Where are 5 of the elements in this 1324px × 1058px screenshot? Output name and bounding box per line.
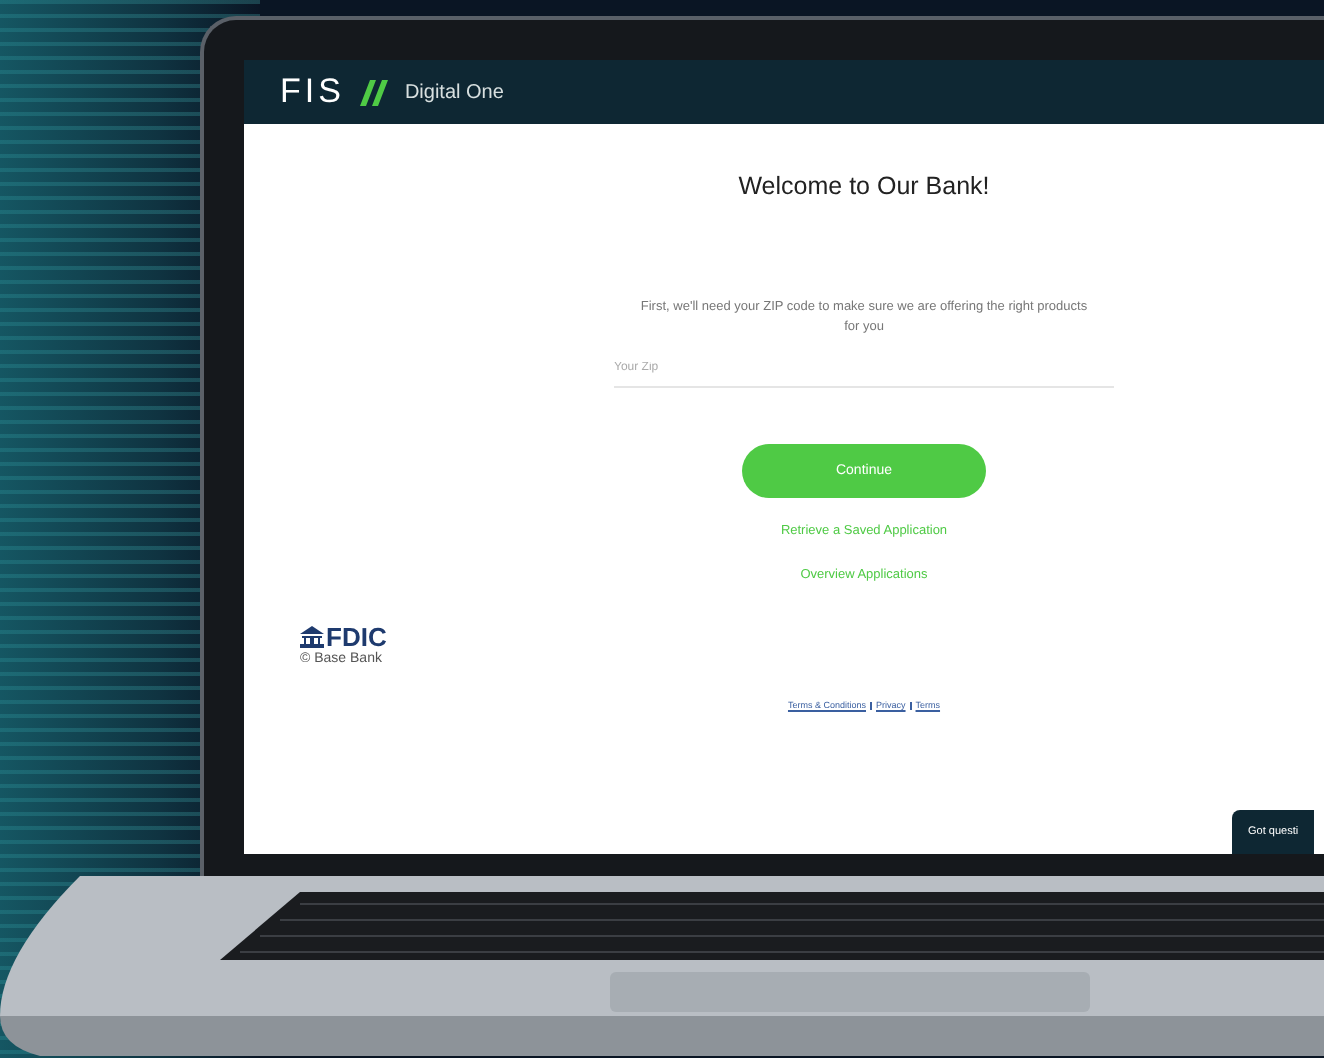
fdic-logo: FDIC [300, 624, 387, 650]
slash-logo-icon [360, 79, 389, 105]
logo-text: FIS [280, 70, 345, 115]
product-name: Digital One [404, 79, 504, 107]
welcome-title: Welcome to Our Bank! [738, 170, 990, 204]
